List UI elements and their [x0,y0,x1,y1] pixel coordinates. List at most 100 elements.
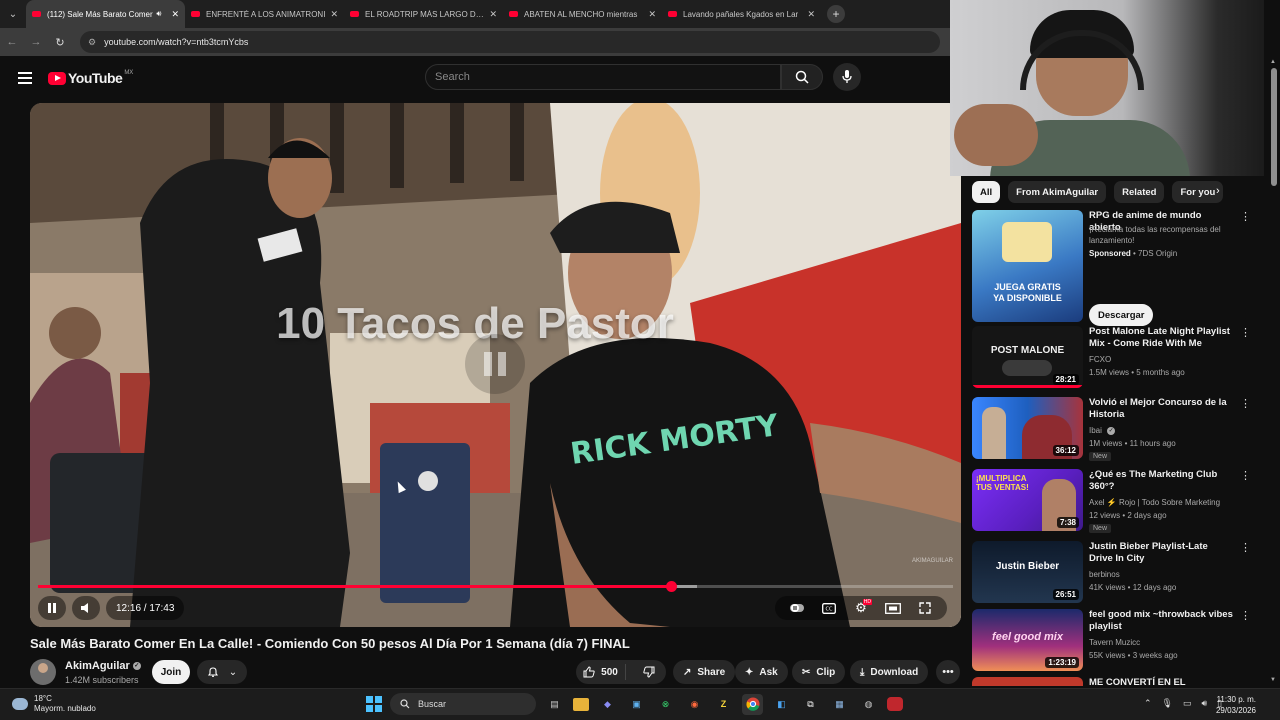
browser-tab[interactable]: ENFRENTÉ A LOS ANIMATRONI ✕ [185,0,344,28]
more-actions-icon[interactable]: ••• [936,660,960,684]
progress-bar[interactable] [38,581,953,592]
page-scrollbar[interactable]: ▲ ▼ [1268,56,1280,686]
video-thumbnail[interactable] [972,677,1083,686]
chip-from-channel[interactable]: From AkimAguilar [1008,181,1107,203]
weather-widget[interactable]: 18°C Mayorm. nublado [9,694,96,714]
more-vert-icon[interactable]: ⋮ [1240,210,1251,223]
video-thumbnail[interactable]: feel good mix 1:23:19 [972,609,1083,671]
forward-arrow-icon[interactable]: → [24,36,48,48]
more-vert-icon[interactable]: ⋮ [1240,469,1251,482]
center-pause-icon[interactable] [465,334,525,394]
menu-icon[interactable] [18,69,32,87]
search-button[interactable] [781,64,823,90]
video-title[interactable]: ME CONVERTÍ EN EL [1089,677,1233,686]
channel-name[interactable]: AkimAguilar [65,660,130,672]
channel-name[interactable]: Tavern Muzicc [1089,637,1239,648]
microphone-icon[interactable]: 🎙︎ [1162,698,1173,709]
ad-thumbnail[interactable]: JUEGA GRATIS YA DISPONIBLE [972,210,1083,322]
teams-icon[interactable]: ◆ [597,694,618,715]
channel-name[interactable]: Ibai [1089,426,1102,435]
scroll-down-icon[interactable]: ▼ [1270,677,1276,683]
autoplay-toggle[interactable] [781,603,813,613]
url-field[interactable]: ⚙ youtube.com/watch?v=ntb3tcmYcbs [80,31,940,53]
file-explorer-icon[interactable] [573,697,589,711]
media-player-icon[interactable]: ◉ [684,694,705,715]
scroll-up-icon[interactable]: ▲ [1270,59,1276,65]
close-tab-icon[interactable]: ✕ [489,9,497,20]
close-tab-icon[interactable]: ✕ [648,9,656,20]
photos-icon[interactable]: ▣ [626,694,647,715]
ad-cta-button[interactable]: Descargar [1089,304,1154,326]
browser-tab[interactable]: ABATEN AL MENCHO mientras ✕ [503,0,662,28]
browser-tab[interactable]: (112) Sale Más Barato Comer 🔊︎ ✕ [26,0,185,28]
widgets-icon[interactable]: ▤ [544,694,565,715]
more-vert-icon[interactable]: ⋮ [1240,326,1251,339]
close-tab-icon[interactable]: ✕ [807,9,815,20]
volume-icon[interactable]: 🔊︎ [1202,698,1208,709]
list-item[interactable]: ¡MULTIPLICA TUS VENTAS! 7:38 ¿Qué es The… [972,469,1262,535]
settings-button[interactable]: ⚙ HD [845,599,877,616]
pause-button[interactable] [38,596,66,620]
video-title[interactable]: Volvió el Mejor Concurso de la Historia [1089,397,1233,421]
app-icon[interactable]: ▦ [829,694,850,715]
new-tab-plus-icon[interactable]: + [827,5,845,23]
network-icon[interactable]: ▭ [1183,698,1192,709]
windows-start-icon[interactable] [366,696,382,712]
join-button[interactable]: Join [152,660,190,684]
video-thumbnail[interactable]: 36:12 [972,397,1083,459]
obs-icon[interactable]: ◍ [858,694,879,715]
voice-search-button[interactable] [833,63,861,91]
chip-all[interactable]: All [972,181,1001,203]
clock[interactable]: 11:30 p. m. 29/03/2026 [1216,694,1256,716]
more-vert-icon[interactable]: ⋮ [1240,397,1251,410]
video-thumbnail[interactable]: ¡MULTIPLICA TUS VENTAS! 7:38 [972,469,1083,531]
list-item[interactable]: ME CONVERTÍ EN EL [972,677,1262,686]
channel-name-row[interactable]: AkimAguilar ✓ [65,660,141,672]
chevron-up-icon[interactable]: ⌃ [1144,698,1152,709]
close-tab-icon[interactable]: ✕ [171,9,179,20]
site-info-icon[interactable]: ⚙ [88,37,96,48]
video-thumbnail[interactable]: POST MALONE 28:21 [972,326,1083,388]
store-icon[interactable]: ◧ [771,694,792,715]
chevron-right-icon[interactable]: › [1216,185,1220,197]
browser-tab[interactable]: EL ROADTRIP MÁS LARGO DE M ✕ [344,0,503,28]
taskbar-search[interactable]: Buscar [390,693,536,715]
z-app-icon[interactable]: Z [713,694,734,715]
video-thumbnail[interactable]: Justin Bieber 26:51 [972,541,1083,603]
ask-button[interactable]: ✦ Ask [735,660,788,684]
notifications-button[interactable]: ⌄ [197,660,247,684]
scrollbar-thumb[interactable] [1271,68,1277,186]
list-item[interactable]: feel good mix 1:23:19 feel good mix ~thr… [972,609,1262,673]
download-button[interactable]: ⤓ Download [850,660,929,684]
list-item[interactable]: 36:12 Volvió el Mejor Concurso de la His… [972,397,1262,463]
video-title[interactable]: feel good mix ~throwback vibes playlist [1089,609,1233,633]
like-button[interactable]: 500 [576,664,626,680]
search-input[interactable]: Search [425,64,781,90]
tab-search-chevron-icon[interactable]: ⌄ [0,0,26,28]
channel-avatar[interactable] [30,659,56,685]
more-vert-icon[interactable]: ⋮ [1240,609,1251,622]
ad-card[interactable]: JUEGA GRATIS YA DISPONIBLE RPG de anime … [972,210,1262,326]
dislike-button[interactable] [632,666,666,678]
video-title[interactable]: Justin Bieber Playlist-Late Drive In Cit… [1089,541,1233,565]
share-button[interactable]: ↗ Share [673,660,736,684]
more-vert-icon[interactable]: ⋮ [1240,541,1251,554]
browser-tab[interactable]: Lavando pañales Kgados en Lar ✕ [662,0,821,28]
channel-name[interactable]: FCXO [1089,354,1239,365]
reload-icon[interactable]: ↻ [48,36,72,49]
video-player[interactable]: RICK MORTY 10 Tacos de Pastor AKIMAGUILA… [30,103,961,627]
close-tab-icon[interactable]: ✕ [330,9,338,20]
chip-related[interactable]: Related [1114,181,1165,203]
youtube-logo[interactable]: YouTube MX [48,70,133,86]
xbox-icon[interactable]: ⊗ [655,694,676,715]
speaker-icon[interactable]: 🔊︎ [156,9,161,19]
theater-mode-button[interactable] [877,602,909,614]
recording-app-icon[interactable] [887,697,903,711]
list-item[interactable]: Justin Bieber 26:51 Justin Bieber Playli… [972,541,1262,605]
subtitles-button[interactable]: CC [813,602,845,614]
channel-name[interactable]: Axel ⚡ Rojo | Todo Sobre Marketing [1089,497,1239,508]
clip-button[interactable]: ✂ Clip [792,660,846,684]
fullscreen-button[interactable] [909,602,941,614]
list-item[interactable]: POST MALONE 28:21 Post Malone Late Night… [972,326,1262,390]
video-title[interactable]: Post Malone Late Night Playlist Mix - Co… [1089,326,1233,350]
